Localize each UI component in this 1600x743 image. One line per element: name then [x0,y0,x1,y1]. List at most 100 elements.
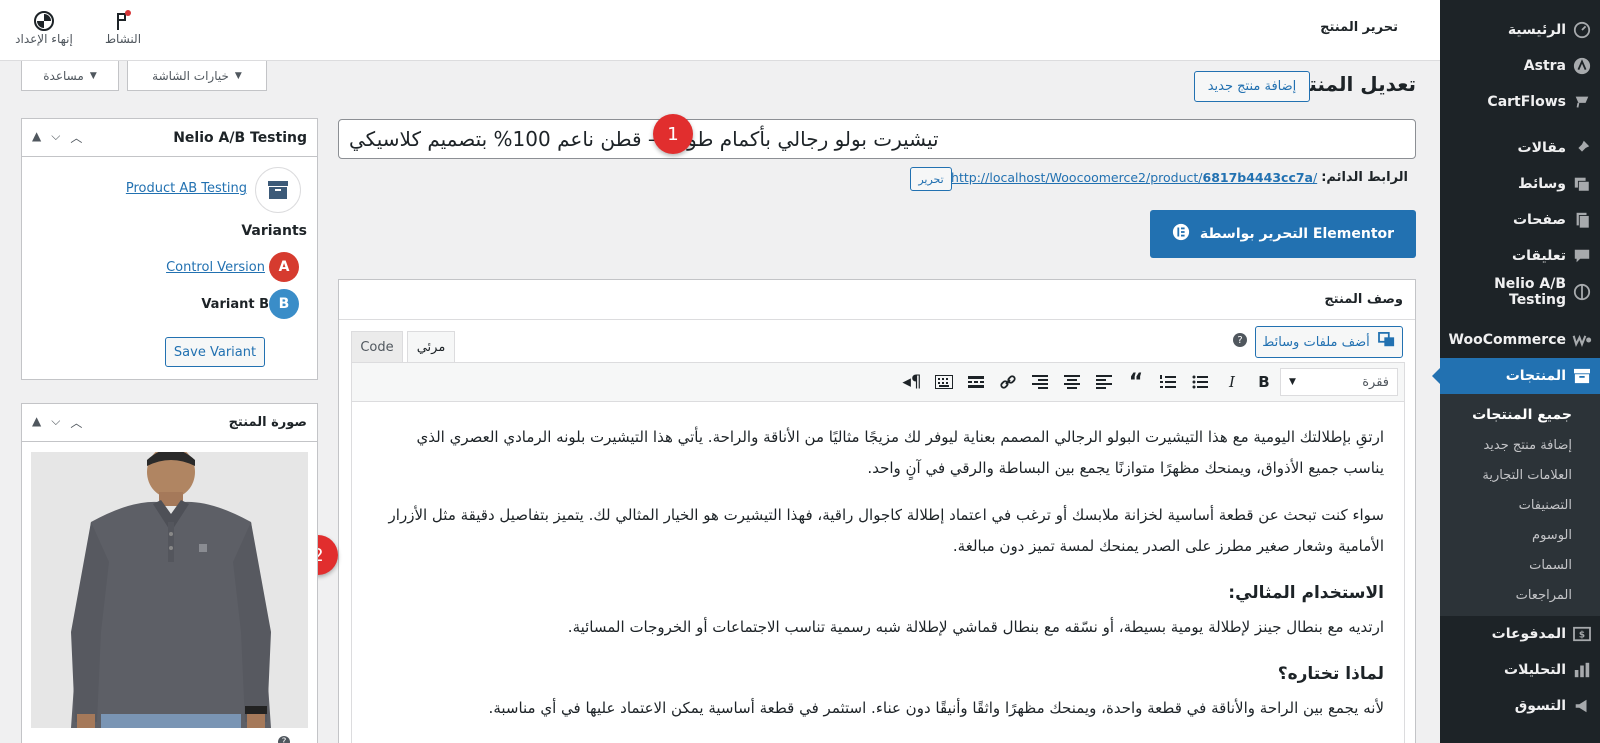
nelio-ab-box: ▲ ⌵ ︿ Nelio A/B Testing Product AB Testi… [21,118,318,380]
analytics-icon [1572,660,1592,680]
permalink-label: الرابط الدائم: [1321,170,1408,185]
help-icon[interactable]: ? [1233,333,1247,347]
page-title: تعديل المنتج [1294,72,1416,96]
bold-icon[interactable]: B [1248,366,1280,398]
finish-setup-button[interactable]: إنهاء الإعداد [8,10,80,47]
sidebar-item-label: الرئيسية [1507,22,1566,38]
product-image-box: ▲ ⌵ ︿ صورة المنتج ? [21,403,318,743]
tab-code[interactable]: Code [351,331,403,362]
format-select[interactable]: فقرة ▼ [1280,368,1398,396]
control-version-link[interactable]: Control Version [166,260,265,275]
move-up-icon[interactable]: ▲ [32,414,41,431]
permalink-base: http://localhost/Woocoomerce2/product/ [951,170,1203,185]
sidebar-item-label: صفحات [1512,212,1566,228]
sidebar-item-label: تعليقات [1512,248,1566,264]
pages-icon [1572,210,1592,230]
add-new-product-button[interactable]: إضافة منتج جديد [1194,71,1310,102]
editor-body[interactable]: ارتقِ بإطلالتك اليومية مع هذا التيشيرت ا… [351,402,1405,743]
align-right-icon[interactable] [1024,366,1056,398]
chevron-down-icon[interactable]: ⌵ [51,414,60,431]
sidebar-item-nelio[interactable]: Nelio A/B Testing [1440,274,1600,310]
submenu-item-reviews[interactable]: المراجعات [1440,580,1600,610]
keyboard-icon[interactable] [928,366,960,398]
marketing-icon [1572,696,1592,716]
callout-1: 1 [653,114,693,154]
description-paragraph: ارتقِ بإطلالتك اليومية مع هذا التيشيرت ا… [416,428,1384,477]
sidebar-item-payments[interactable]: $ المدفوعات [1440,616,1600,652]
sidebar-item-pages[interactable]: صفحات [1440,202,1600,238]
nelio-icon [1572,282,1592,302]
top-bar: تحرير المنتج النشاط إنهاء الإعداد [0,0,1440,61]
sidebar-item-woocommerce[interactable]: WooCommerce [1440,322,1600,358]
permalink-link[interactable]: http://localhost/Woocoomerce2/product/68… [951,170,1317,185]
comments-icon [1572,246,1592,266]
variant-b-badge: B [269,289,299,319]
read-more-icon[interactable] [960,366,992,398]
help-icon[interactable]: ? [278,736,290,743]
sidebar-item-comments[interactable]: تعليقات [1440,238,1600,274]
bullet-list-icon[interactable] [1184,366,1216,398]
description-heading: الاستخدام المثالي: [1228,583,1384,603]
description-title: وصف المنتج [1324,292,1403,307]
sidebar-item-posts[interactable]: مقالات [1440,130,1600,166]
sidebar-item-products[interactable]: المنتجات [1440,358,1600,394]
submenu-item-attributes[interactable]: السمات [1440,550,1600,580]
description-paragraph: سواء كنت تبحث عن قطعة أساسية لخزانة ملاب… [388,506,1384,555]
format-select-value: فقرة [1362,374,1389,390]
product-ab-testing-link[interactable]: Product AB Testing [126,181,247,196]
align-left-icon[interactable] [1088,366,1120,398]
activity-button[interactable]: النشاط [100,10,146,47]
submenu-item-add-new[interactable]: إضافة منتج جديد [1440,430,1600,460]
screen-options-tab[interactable]: خيارات الشاشة ▼ [127,61,267,91]
move-up-icon[interactable]: ▲ [32,129,41,146]
submenu-item-all-products[interactable]: جميع المنتجات [1440,400,1600,430]
edit-slug-button[interactable]: تحرير [910,167,952,191]
numbered-list-icon[interactable] [1152,366,1184,398]
product-image[interactable] [31,452,308,728]
chevron-down-icon[interactable]: ⌵ [51,129,60,146]
sidebar-item-analytics[interactable]: التحليلات [1440,652,1600,688]
submenu-item-tags[interactable]: الوسوم [1440,520,1600,550]
permalink-slug: 6817b4443cc7a [1202,170,1313,185]
tab-visual[interactable]: مرئي [407,331,455,362]
sidebar-item-astra[interactable]: Astra [1440,48,1600,84]
chevron-up-icon[interactable]: ︿ [70,414,82,431]
finish-setup-label: إنهاء الإعداد [15,32,73,46]
activity-label: النشاط [104,32,142,46]
page-label: تحرير المنتج [1320,20,1398,35]
payments-icon: $ [1572,624,1592,644]
product-title-input[interactable]: تيشيرت بولو رجالي بأكمام طويلة – قطن ناع… [338,119,1416,159]
product-test-icon [255,167,301,213]
link-icon[interactable] [992,366,1024,398]
chevron-up-icon[interactable]: ︿ [70,129,82,146]
nelio-box-title: Nelio A/B Testing [173,129,307,146]
elementor-icon [1172,223,1190,245]
rtl-paragraph-icon[interactable]: ¶◂ [896,366,928,398]
elementor-edit-button[interactable]: التحرير بواسطة Elementor [1150,210,1416,258]
help-label: مساعدة [43,68,84,83]
sidebar-item-marketing[interactable]: التسوق [1440,688,1600,724]
submenu-item-categories[interactable]: التصنيفات [1440,490,1600,520]
submenu-item-brands[interactable]: العلامات التجارية [1440,460,1600,490]
italic-icon[interactable]: I [1216,366,1248,398]
description-paragraph: لأنه يجمع بين الراحة والأناقة في قطعة وا… [488,699,1384,717]
variant-b-label: Variant B [201,296,269,312]
sidebar-item-label: WooCommerce [1448,332,1566,348]
admin-sidebar: الرئيسية Astra CartFlows مقالات وسائط صف… [1440,0,1600,743]
box-controls: ▲ ⌵ ︿ [32,414,82,431]
sidebar-item-dashboard[interactable]: الرئيسية [1440,12,1600,48]
add-media-button[interactable]: أضف ملفات وسائط [1255,326,1403,358]
permalink-end: / [1312,170,1318,185]
align-center-icon[interactable] [1056,366,1088,398]
sidebar-item-cartflows[interactable]: CartFlows [1440,84,1600,120]
help-tab[interactable]: مساعدة ▼ [21,61,119,91]
sidebar-item-media[interactable]: وسائط [1440,166,1600,202]
sidebar-item-label: التسوق [1514,698,1566,714]
progress-ring-icon [8,10,80,32]
editor-toolbar: فقرة ▼ B I “ ¶◂ [351,362,1405,402]
blockquote-icon[interactable]: “ [1120,366,1152,398]
variant-a-badge: A [269,252,299,282]
cartflows-icon [1572,92,1592,112]
sidebar-item-label: Astra [1523,58,1566,74]
save-variant-button[interactable]: Save Variant [165,337,265,367]
